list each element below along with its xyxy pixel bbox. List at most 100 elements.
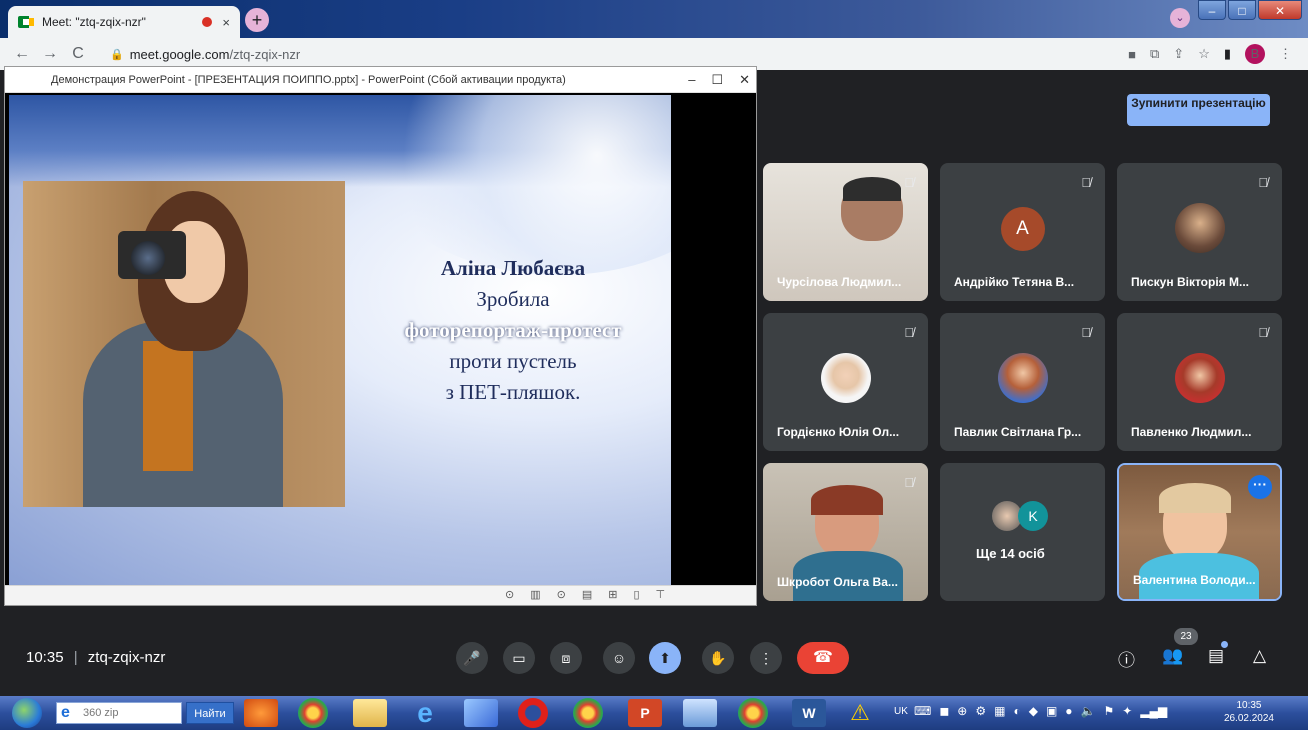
- participant-initial-avatar: K: [1018, 501, 1048, 531]
- leave-call-button[interactable]: ☎: [797, 642, 849, 674]
- chrome-icon[interactable]: [298, 698, 328, 728]
- tray-app-icon-8[interactable]: ✦: [1122, 704, 1132, 718]
- raise-hand-button[interactable]: ✋: [702, 642, 734, 674]
- app-icon[interactable]: [464, 699, 498, 727]
- tray-app-icon-6[interactable]: ▣: [1046, 704, 1057, 718]
- new-tab-button[interactable]: +: [245, 8, 269, 32]
- chat-icon[interactable]: ▤: [1208, 646, 1224, 666]
- slideshow-view-icon[interactable]: ⊤: [656, 588, 666, 601]
- participant-tile[interactable]: 🎙̸ Павлик Світлана Гр...: [940, 313, 1105, 451]
- window-app-icon[interactable]: [683, 699, 717, 727]
- photo-camera-lens: [131, 241, 165, 275]
- language-indicator[interactable]: UK: [894, 706, 908, 717]
- tab-search-icon[interactable]: ⌄: [1170, 8, 1190, 28]
- tray-app-icon-3[interactable]: ▦: [994, 704, 1005, 718]
- internet-explorer-taskbar-icon[interactable]: e: [408, 699, 442, 727]
- tray-app-icon-4[interactable]: ◐: [1013, 704, 1020, 718]
- slide-sorter-icon[interactable]: ⊞: [608, 588, 617, 601]
- tray-app-icon[interactable]: ◼: [939, 704, 949, 718]
- profile-avatar[interactable]: B: [1245, 44, 1265, 64]
- tab-close-button[interactable]: ×: [222, 15, 230, 30]
- signal-icon[interactable]: ▂▄▆: [1140, 704, 1167, 718]
- ppt-minimize-button[interactable]: –: [688, 67, 695, 93]
- side-panel-icon[interactable]: ▮: [1224, 46, 1231, 62]
- present-now-button[interactable]: ⬆: [649, 642, 681, 674]
- media-app-icon[interactable]: [244, 699, 278, 727]
- slide-line-2: Зробила: [476, 287, 550, 311]
- activities-icon[interactable]: △: [1253, 646, 1266, 666]
- slide-line-4: проти пустель: [449, 349, 577, 373]
- ppt-close-button[interactable]: ✕: [739, 67, 750, 93]
- participant-tile[interactable]: 🎙̸ A Андрійко Тетяна В...: [940, 163, 1105, 301]
- next-slide-icon[interactable]: ⊙: [557, 588, 566, 601]
- bookmark-star-icon[interactable]: ☆: [1198, 46, 1210, 62]
- captions-button[interactable]: ⧈: [550, 642, 582, 674]
- clock-time: 10:35: [1236, 700, 1262, 711]
- camera-button[interactable]: ▭: [503, 642, 535, 674]
- emoji-reactions-button[interactable]: ☺: [603, 642, 635, 674]
- url-field[interactable]: 🔒 meet.google.com /ztq-zqix-nzr: [102, 41, 1128, 67]
- forward-button[interactable]: →: [38, 45, 62, 63]
- more-options-menu-button[interactable]: ⋮: [750, 642, 782, 674]
- mic-off-icon: 🎙̸: [904, 325, 914, 340]
- people-icon[interactable]: 👥: [1162, 646, 1183, 666]
- flag-icon[interactable]: ⚑: [1104, 704, 1115, 718]
- more-options-button[interactable]: ···: [1248, 475, 1272, 499]
- tray-network-icon[interactable]: ⊕: [957, 704, 967, 718]
- participant-name: Шкробот Ольга Ва...: [777, 575, 898, 589]
- participant-tile[interactable]: 🎙̸ Шкробот Ольга Ва...: [763, 463, 928, 601]
- camera-in-use-icon[interactable]: ■: [1128, 47, 1136, 62]
- chrome-icon-2[interactable]: [573, 698, 603, 728]
- slide-menu-icon[interactable]: ▥: [530, 588, 540, 601]
- share-icon[interactable]: ⇪: [1173, 46, 1184, 62]
- normal-view-icon[interactable]: ▤: [582, 588, 592, 601]
- ppt-maximize-button[interactable]: ☐: [711, 67, 723, 93]
- browser-menu-icon[interactable]: ⋮: [1279, 46, 1292, 62]
- participant-tile-self[interactable]: ··· Валентина Володи...: [1117, 463, 1282, 601]
- meeting-details-icon[interactable]: ⓘ: [1118, 646, 1135, 671]
- participant-tile[interactable]: 🎙̸ Чурсілова Людмил...: [763, 163, 928, 301]
- others-tile[interactable]: K Ще 14 осіб: [940, 463, 1105, 601]
- participant-name: Валентина Володи...: [1133, 573, 1256, 587]
- maximize-button[interactable]: □: [1228, 0, 1256, 20]
- search-text: 360 zip: [83, 707, 119, 719]
- participant-name: Андрійко Тетяна В...: [954, 275, 1075, 289]
- participant-tile[interactable]: 🎙̸ Гордієнко Юлія Ол...: [763, 313, 928, 451]
- stop-presenting-button[interactable]: Зупинити презентацію: [1127, 94, 1270, 126]
- taskbar-clock[interactable]: 10:35 26.02.2024: [1224, 699, 1274, 725]
- tray-app-icon-7[interactable]: ●: [1065, 704, 1072, 718]
- participant-tile[interactable]: 🎙̸ Павленко Людмил...: [1117, 313, 1282, 451]
- participant-name: Чурсілова Людмил...: [777, 275, 902, 289]
- powerpoint-icon[interactable]: P: [628, 699, 662, 727]
- chrome-icon-3[interactable]: [738, 698, 768, 728]
- participant-avatar: [1174, 353, 1225, 403]
- google-meet-icon: [18, 16, 34, 28]
- opera-icon[interactable]: [518, 698, 548, 728]
- windows-taskbar: e 360 zip Найти e P W ⚠ UK ⌨ ◼ ⊕ ⚙ ▦ ◐ ◆…: [0, 696, 1308, 730]
- internet-explorer-icon: e: [61, 704, 70, 721]
- browser-tab-meet[interactable]: Meet: "ztq-zqix-nzr" ×: [8, 6, 240, 38]
- start-button[interactable]: [12, 698, 42, 728]
- participant-tile[interactable]: 🎙̸ Пискун Вікторія М...: [1117, 163, 1282, 301]
- microphone-button[interactable]: 🎤: [456, 642, 488, 674]
- back-button[interactable]: ←: [10, 45, 34, 63]
- minimize-button[interactable]: –: [1198, 0, 1226, 20]
- translate-icon[interactable]: ⧉: [1150, 46, 1159, 62]
- tray-app-icon-2[interactable]: ⚙: [975, 704, 986, 718]
- slide-line-3: фоторепортаж-протест: [404, 318, 622, 342]
- reading-view-icon[interactable]: ▯: [633, 588, 639, 601]
- url-domain: meet.google.com: [129, 46, 230, 62]
- participant-name: Павленко Людмил...: [1131, 425, 1252, 439]
- file-explorer-icon[interactable]: [353, 699, 387, 727]
- word-icon[interactable]: W: [792, 699, 826, 727]
- volume-icon[interactable]: 🔈: [1081, 704, 1096, 718]
- tray-app-icon-5[interactable]: ◆: [1029, 704, 1038, 718]
- warning-icon[interactable]: ⚠: [843, 699, 877, 727]
- previous-slide-icon[interactable]: ⊙: [505, 588, 514, 601]
- close-window-button[interactable]: ✕: [1258, 0, 1302, 20]
- taskbar-search-input[interactable]: e 360 zip: [56, 702, 182, 724]
- find-button[interactable]: Найти: [186, 702, 234, 724]
- mic-off-icon: 🎙̸: [904, 175, 914, 190]
- reload-button[interactable]: C: [66, 45, 90, 63]
- tray-keyboard-icon[interactable]: ⌨: [914, 704, 931, 718]
